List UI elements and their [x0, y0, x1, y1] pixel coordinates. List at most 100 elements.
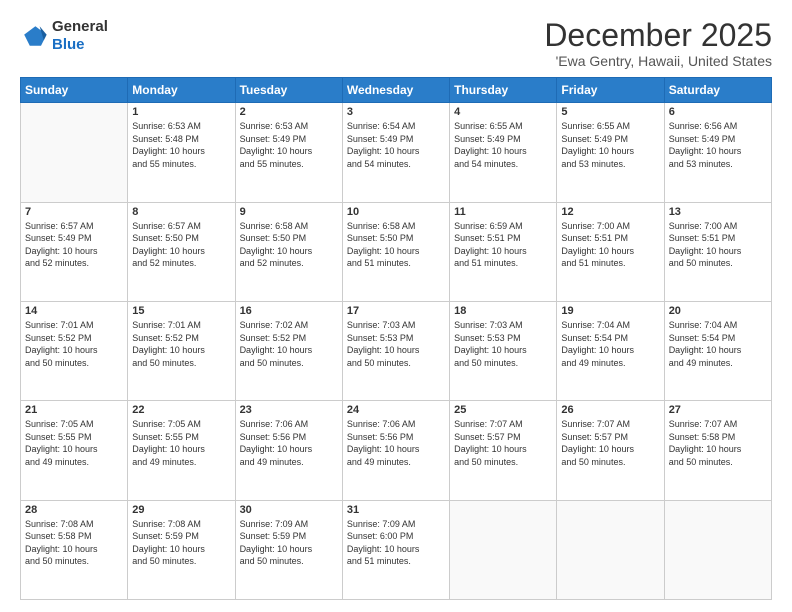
day-info: Sunrise: 7:08 AM Sunset: 5:59 PM Dayligh… [132, 518, 230, 568]
calendar-cell: 13Sunrise: 7:00 AM Sunset: 5:51 PM Dayli… [664, 202, 771, 301]
calendar-cell [21, 103, 128, 202]
calendar-day-header: Thursday [450, 78, 557, 103]
calendar-cell: 16 Sunrise: 7:02 AM Sunset: 5:52 PM Dayli… [235, 301, 342, 400]
calendar-cell: 28 Sunrise: 7:08 AM Sunset: 5:58 PM Dayli… [21, 500, 128, 599]
calendar-cell: 1 Sunrise: 6:53 AM Sunset: 5:48 PM Daylig… [128, 103, 235, 202]
calendar-cell: 8Sunrise: 6:57 AM Sunset: 5:50 PM Daylig… [128, 202, 235, 301]
calendar-cell: 19 Sunrise: 7:04 AM Sunset: 5:54 PM Dayli… [557, 301, 664, 400]
calendar-week-row: 1 Sunrise: 6:53 AM Sunset: 5:48 PM Daylig… [21, 103, 772, 202]
day-info: Sunrise: 7:06 AM Sunset: 5:56 PM Dayligh… [240, 418, 338, 468]
day-number: 9 [240, 206, 338, 218]
calendar-cell: 2 Sunrise: 6:53 AM Sunset: 5:49 PM Daylig… [235, 103, 342, 202]
day-info: Sunrise: 6:53 AM Sunset: 5:49 PM Dayligh… [240, 120, 338, 170]
day-number: 24 [347, 404, 445, 416]
day-info: Sunrise: 7:07 AM Sunset: 5:57 PM Dayligh… [561, 418, 659, 468]
day-info: Sunrise: 7:06 AM Sunset: 5:56 PM Dayligh… [347, 418, 445, 468]
calendar-cell: 4 Sunrise: 6:55 AM Sunset: 5:49 PM Daylig… [450, 103, 557, 202]
logo-icon [20, 22, 48, 50]
day-info: Sunrise: 7:08 AM Sunset: 5:58 PM Dayligh… [25, 518, 123, 568]
calendar-day-header: Tuesday [235, 78, 342, 103]
day-number: 28 [25, 504, 123, 516]
day-info: Sunrise: 6:55 AM Sunset: 5:49 PM Dayligh… [454, 120, 552, 170]
main-title: December 2025 [544, 18, 772, 53]
day-number: 10 [347, 206, 445, 218]
day-number: 21 [25, 404, 123, 416]
calendar-cell [664, 500, 771, 599]
day-number: 16 [240, 305, 338, 317]
calendar-week-row: 21Sunrise: 7:05 AM Sunset: 5:55 PM Dayli… [21, 401, 772, 500]
day-info: Sunrise: 6:53 AM Sunset: 5:48 PM Dayligh… [132, 120, 230, 170]
calendar-day-header: Saturday [664, 78, 771, 103]
day-info: Sunrise: 7:02 AM Sunset: 5:52 PM Dayligh… [240, 319, 338, 369]
day-number: 18 [454, 305, 552, 317]
day-number: 4 [454, 106, 552, 118]
calendar-week-row: 7 Sunrise: 6:57 AM Sunset: 5:49 PM Daylig… [21, 202, 772, 301]
calendar-cell: 21Sunrise: 7:05 AM Sunset: 5:55 PM Dayli… [21, 401, 128, 500]
calendar-cell: 29Sunrise: 7:08 AM Sunset: 5:59 PM Dayli… [128, 500, 235, 599]
day-number: 30 [240, 504, 338, 516]
day-number: 1 [132, 106, 230, 118]
day-number: 6 [669, 106, 767, 118]
calendar-cell: 10Sunrise: 6:58 AM Sunset: 5:50 PM Dayli… [342, 202, 449, 301]
calendar-cell [557, 500, 664, 599]
day-info: Sunrise: 6:57 AM Sunset: 5:49 PM Dayligh… [25, 220, 123, 270]
calendar-cell: 9Sunrise: 6:58 AM Sunset: 5:50 PM Daylig… [235, 202, 342, 301]
day-number: 22 [132, 404, 230, 416]
day-info: Sunrise: 7:00 AM Sunset: 5:51 PM Dayligh… [669, 220, 767, 270]
day-number: 12 [561, 206, 659, 218]
calendar-cell: 5 Sunrise: 6:55 AM Sunset: 5:49 PM Daylig… [557, 103, 664, 202]
day-info: Sunrise: 7:03 AM Sunset: 5:53 PM Dayligh… [454, 319, 552, 369]
calendar-cell: 27 Sunrise: 7:07 AM Sunset: 5:58 PM Dayli… [664, 401, 771, 500]
calendar-week-row: 28 Sunrise: 7:08 AM Sunset: 5:58 PM Dayli… [21, 500, 772, 599]
day-number: 26 [561, 404, 659, 416]
page: General Blue December 2025 'Ewa Gentry, … [0, 0, 792, 612]
day-info: Sunrise: 7:01 AM Sunset: 5:52 PM Dayligh… [25, 319, 123, 369]
calendar-cell: 3 Sunrise: 6:54 AM Sunset: 5:49 PM Daylig… [342, 103, 449, 202]
calendar-cell: 25Sunrise: 7:07 AM Sunset: 5:57 PM Dayli… [450, 401, 557, 500]
logo-text: General Blue [52, 18, 108, 54]
day-info: Sunrise: 7:09 AM Sunset: 5:59 PM Dayligh… [240, 518, 338, 568]
day-info: Sunrise: 6:55 AM Sunset: 5:49 PM Dayligh… [561, 120, 659, 170]
day-info: Sunrise: 7:04 AM Sunset: 5:54 PM Dayligh… [561, 319, 659, 369]
calendar-cell: 6 Sunrise: 6:56 AM Sunset: 5:49 PM Daylig… [664, 103, 771, 202]
calendar-cell: 22Sunrise: 7:05 AM Sunset: 5:55 PM Dayli… [128, 401, 235, 500]
day-info: Sunrise: 6:56 AM Sunset: 5:49 PM Dayligh… [669, 120, 767, 170]
day-number: 19 [561, 305, 659, 317]
day-number: 27 [669, 404, 767, 416]
calendar-table: SundayMondayTuesdayWednesdayThursdayFrid… [20, 77, 772, 600]
day-number: 11 [454, 206, 552, 218]
day-number: 20 [669, 305, 767, 317]
subtitle: 'Ewa Gentry, Hawaii, United States [544, 53, 772, 69]
calendar-cell: 30 Sunrise: 7:09 AM Sunset: 5:59 PM Dayli… [235, 500, 342, 599]
calendar-cell: 31Sunrise: 7:09 AM Sunset: 6:00 PM Dayli… [342, 500, 449, 599]
day-info: Sunrise: 7:07 AM Sunset: 5:58 PM Dayligh… [669, 418, 767, 468]
day-info: Sunrise: 6:54 AM Sunset: 5:49 PM Dayligh… [347, 120, 445, 170]
calendar-cell: 17 Sunrise: 7:03 AM Sunset: 5:53 PM Dayli… [342, 301, 449, 400]
title-block: December 2025 'Ewa Gentry, Hawaii, Unite… [544, 18, 772, 69]
logo-general: General [52, 18, 108, 36]
calendar-cell: 12 Sunrise: 7:00 AM Sunset: 5:51 PM Dayli… [557, 202, 664, 301]
calendar-cell: 18 Sunrise: 7:03 AM Sunset: 5:53 PM Dayli… [450, 301, 557, 400]
day-number: 17 [347, 305, 445, 317]
day-number: 5 [561, 106, 659, 118]
calendar-day-header: Monday [128, 78, 235, 103]
calendar-cell: 20Sunrise: 7:04 AM Sunset: 5:54 PM Dayli… [664, 301, 771, 400]
day-number: 25 [454, 404, 552, 416]
calendar-cell: 11Sunrise: 6:59 AM Sunset: 5:51 PM Dayli… [450, 202, 557, 301]
day-number: 14 [25, 305, 123, 317]
calendar-header-row: SundayMondayTuesdayWednesdayThursdayFrid… [21, 78, 772, 103]
calendar-day-header: Wednesday [342, 78, 449, 103]
calendar-cell: 23Sunrise: 7:06 AM Sunset: 5:56 PM Dayli… [235, 401, 342, 500]
day-number: 3 [347, 106, 445, 118]
logo-blue: Blue [52, 36, 108, 54]
day-number: 7 [25, 206, 123, 218]
day-info: Sunrise: 7:01 AM Sunset: 5:52 PM Dayligh… [132, 319, 230, 369]
day-info: Sunrise: 7:03 AM Sunset: 5:53 PM Dayligh… [347, 319, 445, 369]
calendar-day-header: Friday [557, 78, 664, 103]
day-info: Sunrise: 6:57 AM Sunset: 5:50 PM Dayligh… [132, 220, 230, 270]
day-number: 2 [240, 106, 338, 118]
calendar-day-header: Sunday [21, 78, 128, 103]
day-info: Sunrise: 7:00 AM Sunset: 5:51 PM Dayligh… [561, 220, 659, 270]
header: General Blue December 2025 'Ewa Gentry, … [20, 18, 772, 69]
day-info: Sunrise: 7:09 AM Sunset: 6:00 PM Dayligh… [347, 518, 445, 568]
